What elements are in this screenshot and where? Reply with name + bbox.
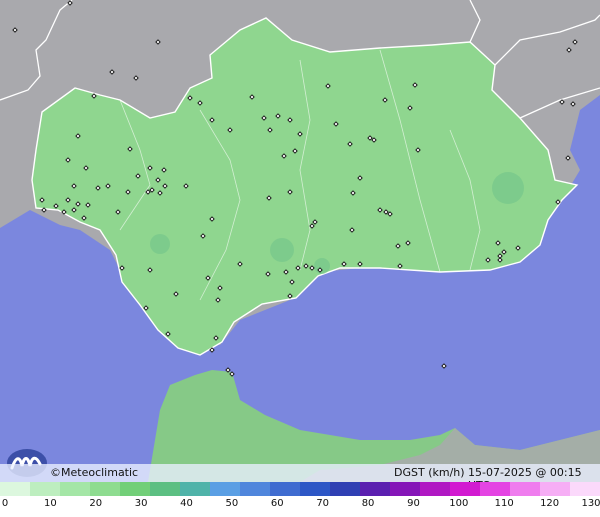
scale-swatch <box>450 482 480 496</box>
scale-swatch <box>540 482 570 496</box>
scale-tick-label: 130 <box>581 498 600 509</box>
scale-tick-label: 110 <box>494 498 514 509</box>
map-view[interactable] <box>0 0 600 482</box>
scale-swatch <box>270 482 300 496</box>
scale-swatch <box>420 482 450 496</box>
scale-swatch <box>60 482 90 496</box>
brand-credit: ©Meteoclimatic <box>50 466 139 479</box>
scale-tick-label: 20 <box>89 498 103 509</box>
scale-tick-label: 0 <box>1 498 9 509</box>
scale-swatch <box>120 482 150 496</box>
scale-tick-label: 70 <box>316 498 330 509</box>
scale-swatch <box>300 482 330 496</box>
scale-tick-label: 120 <box>540 498 560 509</box>
scale-swatch <box>570 482 600 496</box>
color-scale-bar <box>0 482 600 496</box>
scale-swatch <box>330 482 360 496</box>
scale-tick-label: 80 <box>361 498 375 509</box>
scale-swatch <box>240 482 270 496</box>
scale-swatch <box>480 482 510 496</box>
scale-swatch <box>510 482 540 496</box>
scale-swatch <box>390 482 420 496</box>
scale-swatch <box>30 482 60 496</box>
footer-bar: ©Meteoclimatic DGST (km/h) 15-07-2025 @ … <box>0 464 600 492</box>
scale-tick-label: 10 <box>44 498 57 509</box>
scale-tick-label: 40 <box>180 498 193 509</box>
scale-tick-label: 90 <box>407 498 420 509</box>
scale-swatch <box>150 482 180 496</box>
map-canvas <box>0 0 600 482</box>
scale-swatch <box>210 482 240 496</box>
scale-swatch <box>90 482 120 496</box>
scale-swatch <box>0 482 30 496</box>
variable-label: DGST (km/h) <box>394 466 465 479</box>
scale-tick-label: 50 <box>225 498 239 509</box>
color-scale-legend: 0 10 20 30 40 50 60 70 80 90 100 110 120 130 <box>0 482 600 517</box>
scale-tick-label: 60 <box>270 498 284 509</box>
scale-tick-label: 30 <box>134 498 148 509</box>
scale-swatch <box>180 482 210 496</box>
scale-swatch <box>360 482 390 496</box>
scale-tick-label: 100 <box>449 498 469 509</box>
